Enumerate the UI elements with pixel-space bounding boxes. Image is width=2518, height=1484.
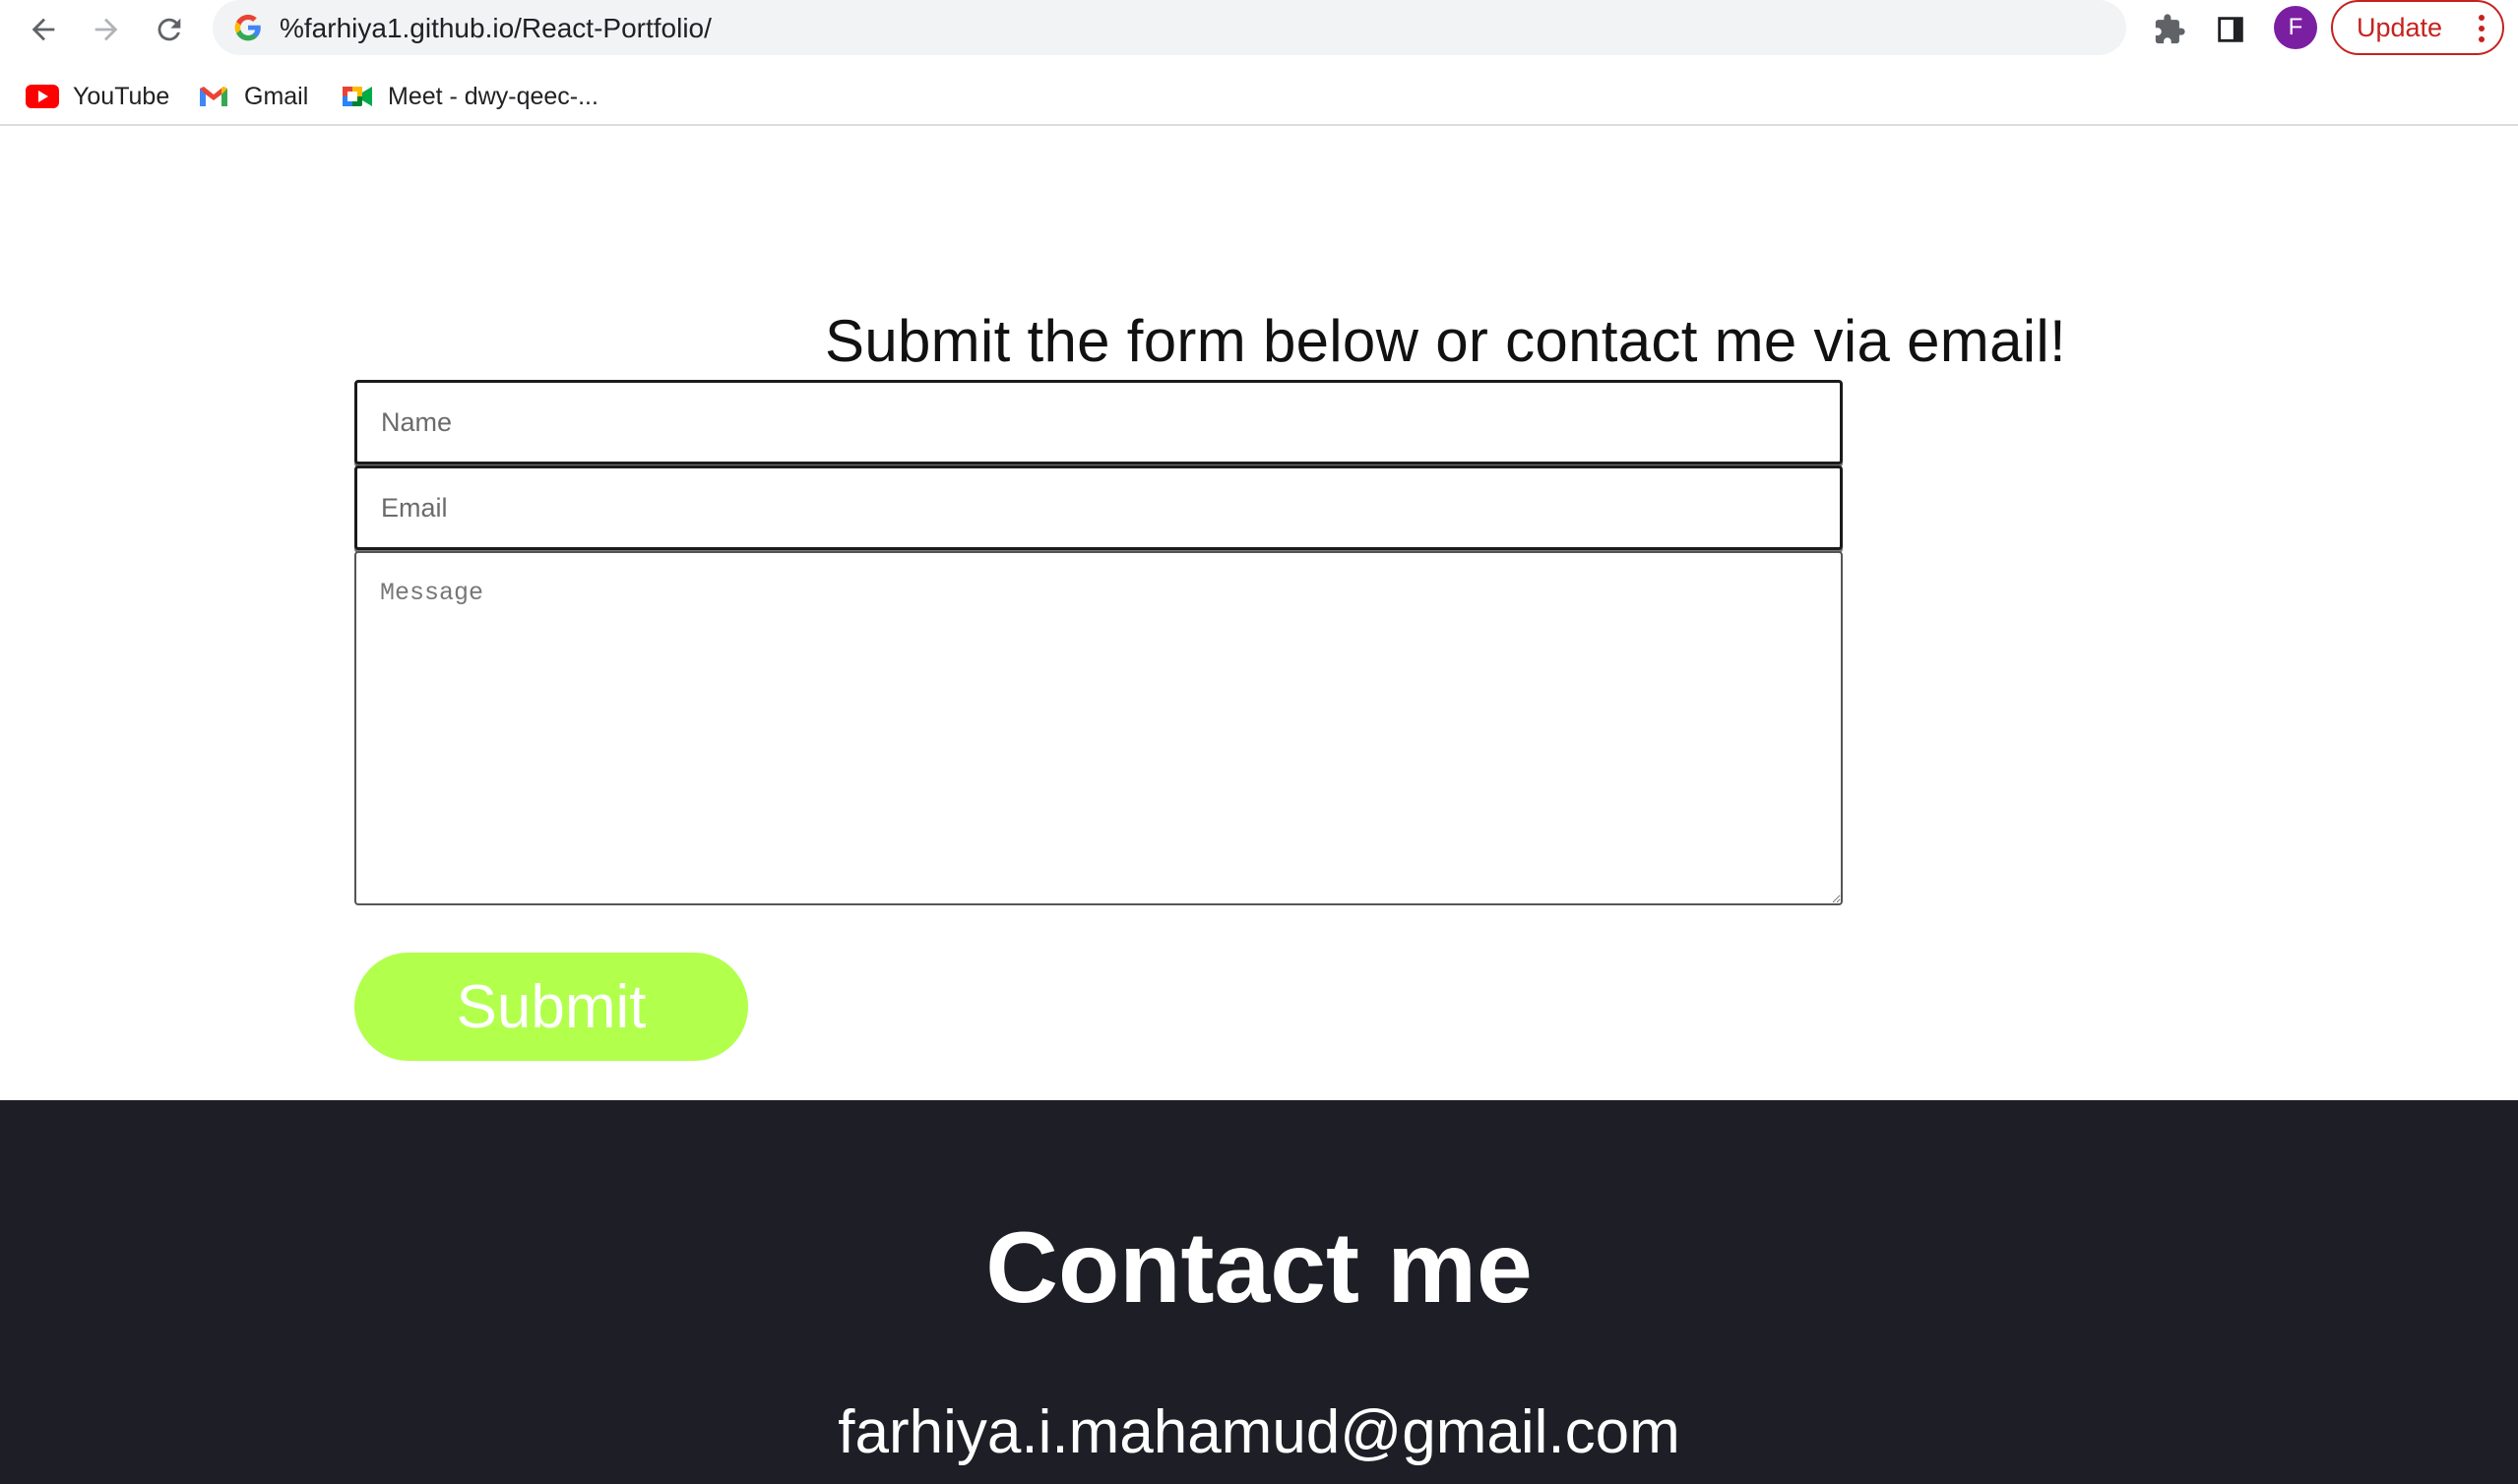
form-heading: Submit the form below or contact me via … <box>825 308 2066 374</box>
extensions-button[interactable] <box>2150 10 2189 49</box>
bookmark-gmail[interactable]: Gmail <box>197 77 308 116</box>
forward-button[interactable] <box>85 8 128 51</box>
more-vert-icon <box>2479 15 2485 42</box>
back-arrow-icon <box>31 18 55 41</box>
submit-button[interactable]: Submit <box>354 953 748 1061</box>
bookmark-label: YouTube <box>73 82 170 110</box>
profile-avatar[interactable]: F <box>2274 6 2317 49</box>
name-input[interactable] <box>354 380 1843 464</box>
meet-icon <box>341 80 374 113</box>
footer-email: farhiya.i.mahamud@gmail.com <box>838 1398 1680 1466</box>
update-button[interactable]: Update <box>2331 0 2504 55</box>
contact-footer: Contact me farhiya.i.mahamud@gmail.com <box>0 1100 2518 1484</box>
bookmark-youtube[interactable]: YouTube <box>26 77 169 116</box>
email-input[interactable] <box>354 465 1843 550</box>
forward-arrow-icon <box>94 18 118 41</box>
side-panel-icon <box>2218 17 2243 42</box>
message-textarea[interactable] <box>354 551 1843 905</box>
google-icon <box>234 14 261 41</box>
page-content: Submit the form below or contact me via … <box>0 128 2518 1484</box>
side-panel-button[interactable] <box>2211 10 2250 49</box>
puzzle-icon <box>2155 14 2185 44</box>
bookmark-label: Gmail <box>244 82 309 110</box>
back-button[interactable] <box>22 8 65 51</box>
url-text: %farhiya1.github.io/React-Portfolio/ <box>280 13 712 43</box>
browser-toolbar: %farhiya1.github.io/React-Portfolio/ F U… <box>0 0 2518 57</box>
footer-title: Contact me <box>985 1211 1533 1324</box>
bookmarks-bar: YouTube Gmail Meet - dwy-qeec-... <box>0 69 2518 126</box>
reload-button[interactable] <box>148 8 191 51</box>
reload-icon <box>157 18 181 41</box>
address-bar[interactable]: %farhiya1.github.io/React-Portfolio/ <box>213 0 2126 55</box>
gmail-icon <box>197 80 230 113</box>
youtube-icon <box>26 80 59 113</box>
update-label: Update <box>2357 12 2443 42</box>
bookmark-label: Meet - dwy-qeec-... <box>388 82 598 110</box>
bookmark-meet[interactable]: Meet - dwy-qeec-... <box>341 77 598 116</box>
